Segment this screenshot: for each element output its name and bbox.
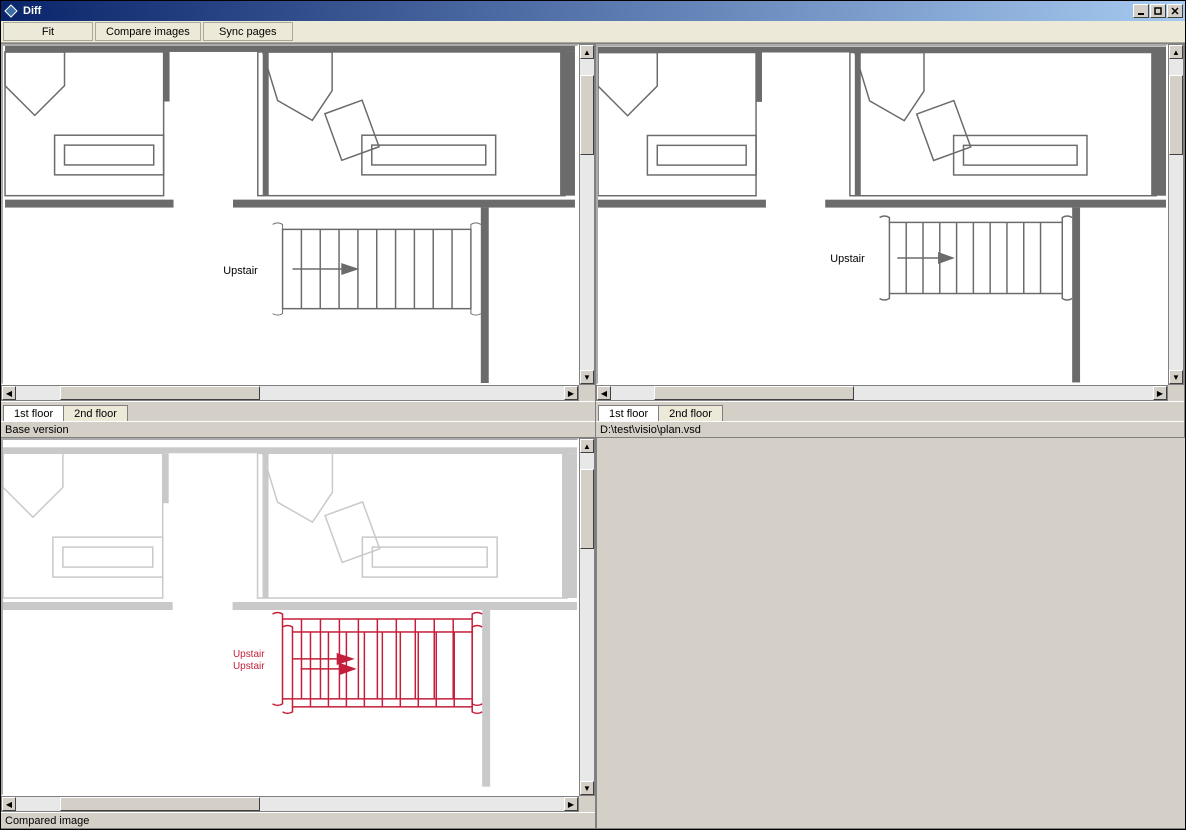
hscroll-thumb[interactable] [60,797,260,811]
tab-2nd-floor[interactable]: 2nd floor [658,405,723,421]
maximize-button[interactable] [1150,4,1166,18]
app-icon [3,3,19,19]
tab-2nd-floor[interactable]: 2nd floor [63,405,128,421]
scroll-up-arrow[interactable]: ▲ [1169,45,1183,59]
minimize-button[interactable] [1133,4,1149,18]
status-bar: Base version [1,421,595,437]
pane-bottom-left: Upstair Upstair ▲ ▼ ◀ ▶ Compared i [1,438,596,829]
scroll-right-arrow[interactable]: ▶ [564,386,578,400]
hscroll-thumb[interactable] [654,386,854,400]
tab-strip: 1st floor 2nd floor [596,401,1184,421]
pane-top-left: Upstair ▲ ▼ ◀ ▶ 1st floor 2nd [1,44,596,438]
hscroll[interactable]: ◀ ▶ [596,385,1168,401]
hscroll[interactable]: ◀ ▶ [1,385,579,401]
vscroll[interactable]: ▲ ▼ [579,44,595,385]
vscroll-thumb[interactable] [580,75,594,155]
stair-label: Upstair [830,253,865,265]
vscroll-thumb[interactable] [1169,75,1183,155]
stair-label: Upstair [223,265,258,277]
scroll-down-arrow[interactable]: ▼ [580,781,594,795]
scroll-corner [579,796,595,812]
titlebar: Diff [1,1,1185,21]
canvas-diff[interactable]: Upstair Upstair [1,438,579,796]
scroll-right-arrow[interactable]: ▶ [564,797,578,811]
scroll-down-arrow[interactable]: ▼ [1169,370,1183,384]
scroll-corner [1168,385,1184,401]
vscroll[interactable]: ▲ ▼ [579,438,595,796]
fit-button[interactable]: Fit [3,22,93,41]
canvas-base[interactable]: Upstair [1,44,579,385]
tab-strip: 1st floor 2nd floor [1,401,595,421]
floorplan-base: Upstair [3,46,577,383]
hscroll-thumb[interactable] [60,386,260,400]
stair-label-2: Upstair [233,661,265,672]
close-button[interactable] [1167,4,1183,18]
vscroll[interactable]: ▲ ▼ [1168,44,1184,385]
floorplan-compared: Upstair [598,46,1166,383]
scroll-left-arrow[interactable]: ◀ [2,797,16,811]
status-bar: Compared image [1,812,595,828]
scroll-up-arrow[interactable]: ▲ [580,45,594,59]
canvas-compared[interactable]: Upstair [596,44,1168,385]
toolbar: Fit Compare images Sync pages [1,21,1185,43]
tab-1st-floor[interactable]: 1st floor [598,405,659,421]
window-controls [1133,4,1183,18]
floorplan-diff: Upstair Upstair [3,440,577,794]
scroll-left-arrow[interactable]: ◀ [2,386,16,400]
vscroll-thumb[interactable] [580,469,594,549]
stair-label-1: Upstair [233,649,265,660]
tab-1st-floor[interactable]: 1st floor [3,405,64,421]
status-bar: D:\test\visio\plan.vsd [596,421,1184,437]
scroll-down-arrow[interactable]: ▼ [580,370,594,384]
pane-top-right: Upstair ▲ ▼ ◀ ▶ 1st floor 2nd [596,44,1185,438]
sync-pages-button[interactable]: Sync pages [203,22,293,41]
window-title: Diff [23,5,1133,17]
hscroll[interactable]: ◀ ▶ [1,796,579,812]
pane-bottom-right [596,438,1185,829]
scroll-up-arrow[interactable]: ▲ [580,439,594,453]
scroll-left-arrow[interactable]: ◀ [597,386,611,400]
scroll-right-arrow[interactable]: ▶ [1153,386,1167,400]
compare-images-button[interactable]: Compare images [95,22,201,41]
scroll-corner [579,385,595,401]
split-grid: Upstair ▲ ▼ ◀ ▶ 1st floor 2nd [1,43,1185,829]
app-window: Diff Fit Compare images Sync pages [0,0,1186,830]
